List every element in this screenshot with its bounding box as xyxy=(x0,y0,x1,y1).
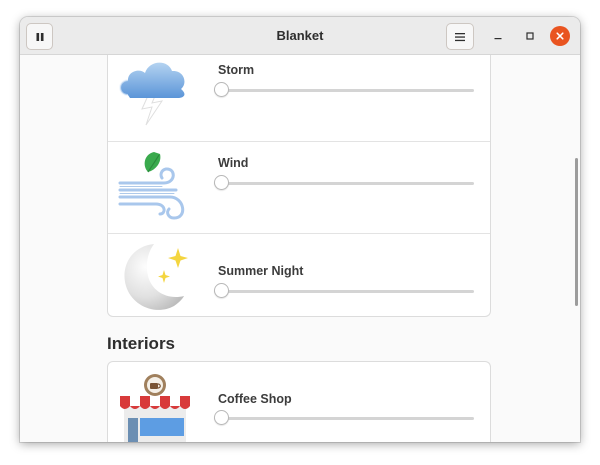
minimize-icon xyxy=(494,38,502,40)
sounds-scroll-area[interactable]: Storm Wind Summer Night Interiors Coffee… xyxy=(20,55,580,442)
storm-cloud-icon xyxy=(119,62,185,126)
wind-icon xyxy=(118,152,185,220)
header-bar: Blanket xyxy=(20,17,580,55)
sound-row-storm: Storm xyxy=(108,55,490,141)
sound-label: Coffee Shop xyxy=(218,392,292,406)
sound-label: Storm xyxy=(218,63,255,77)
moon-stars-icon xyxy=(124,244,188,310)
maximize-icon xyxy=(526,32,534,40)
slider-track xyxy=(214,182,474,185)
close-button[interactable] xyxy=(550,26,570,46)
slider-handle[interactable] xyxy=(214,283,229,298)
slider-track xyxy=(214,89,474,92)
slider-track xyxy=(214,290,474,293)
slider-track xyxy=(214,417,474,420)
slider-handle[interactable] xyxy=(214,82,229,97)
play-pause-button[interactable] xyxy=(26,23,53,50)
pause-icon xyxy=(36,32,43,41)
maximize-button[interactable] xyxy=(520,26,540,46)
sound-list-nature: Storm Wind Summer Night xyxy=(107,55,491,317)
sound-row-coffee-shop: Coffee Shop xyxy=(108,362,490,442)
minimize-button[interactable] xyxy=(488,26,508,46)
close-icon xyxy=(556,32,564,40)
slider-handle[interactable] xyxy=(214,175,229,190)
volume-slider[interactable] xyxy=(214,283,474,299)
section-title-interiors: Interiors xyxy=(107,334,176,353)
main-menu-button[interactable] xyxy=(446,23,474,50)
sound-label: Wind xyxy=(218,156,249,170)
sound-label: Summer Night xyxy=(218,264,304,278)
hamburger-menu-icon xyxy=(455,32,465,41)
sound-row-wind: Wind xyxy=(108,141,490,234)
sound-row-summer-night: Summer Night xyxy=(108,233,490,326)
vertical-scrollbar[interactable] xyxy=(575,158,578,306)
sound-list-interiors: Coffee Shop xyxy=(107,361,491,442)
volume-slider[interactable] xyxy=(214,410,474,426)
volume-slider[interactable] xyxy=(214,82,474,98)
volume-slider[interactable] xyxy=(214,175,474,191)
coffee-shop-icon xyxy=(120,374,190,442)
slider-handle[interactable] xyxy=(214,410,229,425)
app-window: Blanket Storm Wind Summer Night Interior… xyxy=(20,17,580,442)
